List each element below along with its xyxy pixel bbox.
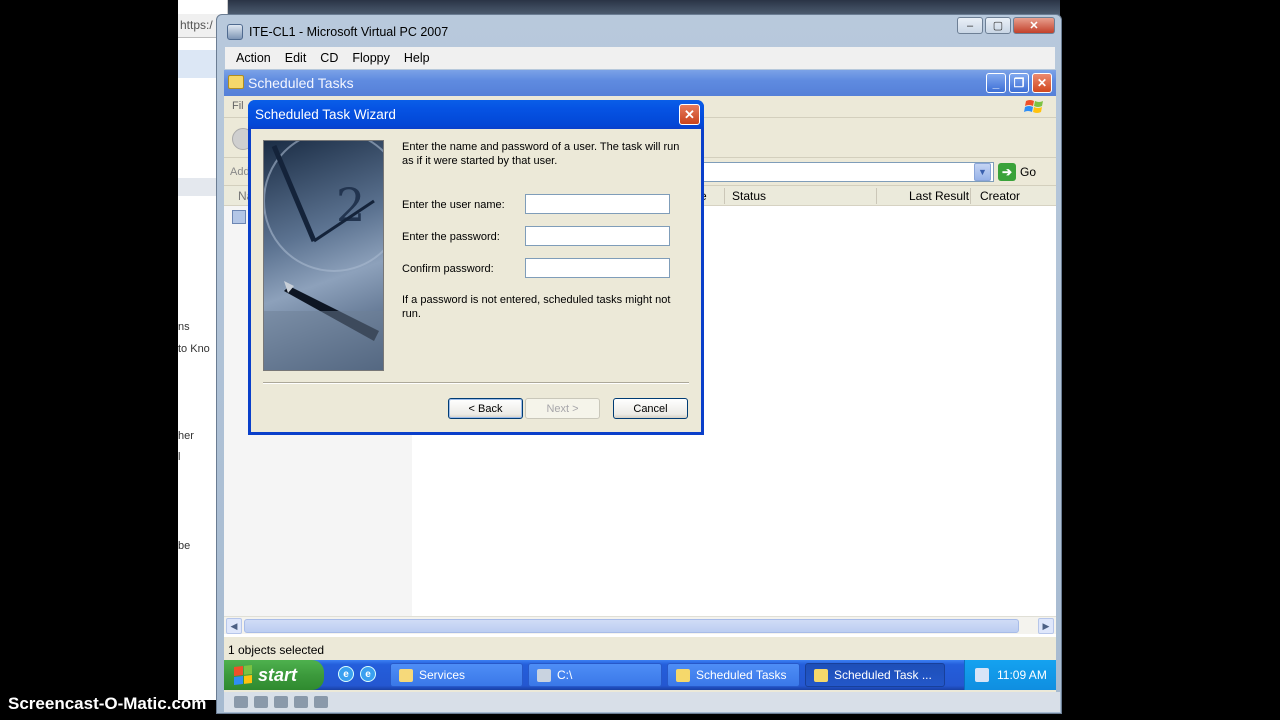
keyboard-icon[interactable]	[314, 696, 328, 708]
password-field[interactable]	[525, 226, 670, 246]
wizard-clock-pen-image: 2	[263, 140, 384, 371]
scheduled-tasks-icon	[228, 75, 244, 89]
horizontal-scrollbar[interactable]: ◀ ▶	[224, 616, 1056, 634]
taskbar-item-services[interactable]: Services	[390, 663, 523, 687]
folder-icon	[814, 668, 828, 682]
menu-help[interactable]: Help	[399, 49, 435, 67]
minimize-button[interactable]: –	[957, 17, 983, 34]
vpc-title-text: ITE-CL1 - Microsoft Virtual PC 2007	[249, 25, 449, 39]
explorer-title-text: Scheduled Tasks	[248, 75, 354, 91]
wizard-title-text: Scheduled Task Wizard	[255, 107, 396, 122]
quick-launch-icon[interactable]: e	[360, 666, 376, 682]
taskbar-item-scheduled-task-wizard[interactable]: Scheduled Task ...	[805, 663, 945, 687]
network-icon[interactable]	[975, 668, 989, 682]
screencast-watermark: Screencast-O-Matic.com	[8, 694, 207, 713]
taskbar-item-label: Scheduled Task ...	[834, 668, 932, 682]
minimize-button[interactable]: _	[986, 73, 1006, 93]
chevron-down-icon[interactable]: ▼	[974, 163, 991, 181]
cancel-button[interactable]: Cancel	[613, 398, 688, 419]
system-tray: 11:09 AM	[964, 660, 1056, 690]
status-bar: 1 objects selected	[224, 636, 1056, 660]
floppy-icon[interactable]	[274, 696, 288, 708]
taskbar-item-label: Services	[419, 668, 466, 682]
back-button[interactable]: < Back	[448, 398, 523, 419]
wizard-divider	[263, 382, 689, 384]
status-text: 1 objects selected	[228, 643, 325, 657]
maximize-button[interactable]: ▢	[985, 17, 1011, 34]
username-field[interactable]	[525, 194, 670, 214]
taskbar-item-drive[interactable]: C:\	[528, 663, 662, 687]
gear-icon	[399, 668, 413, 682]
close-button[interactable]: ✕	[1032, 73, 1052, 93]
go-arrow-icon: ➔	[998, 163, 1016, 181]
go-label: Go	[1020, 165, 1037, 179]
vpc-menubar: Action Edit CD Floppy Help	[225, 47, 1055, 69]
scheduled-task-wizard-dialog: Scheduled Task Wizard ✕ 2 Enter the name…	[248, 100, 704, 435]
task-icon[interactable]	[232, 210, 246, 224]
go-button[interactable]: ➔ Go	[998, 162, 1036, 182]
clock: 11:09 AM	[997, 668, 1047, 682]
username-label: Enter the user name:	[402, 199, 505, 211]
column-header-creator[interactable]: Creator	[980, 189, 1020, 203]
menu-file-fragment[interactable]: Fil	[232, 100, 244, 112]
menu-floppy[interactable]: Floppy	[347, 49, 395, 67]
cd-drive-icon[interactable]	[254, 696, 268, 708]
explorer-window-controls: _ ❐ ✕	[986, 73, 1052, 93]
virtual-pc-icon	[227, 24, 243, 40]
drive-icon	[537, 668, 551, 682]
internet-explorer-icon[interactable]: e	[338, 666, 354, 682]
guest-screen: Scheduled Tasks _ ❐ ✕ Fil Add ▼ ➔ Go Na …	[224, 70, 1056, 692]
background-text-fragment: to Kno	[178, 343, 210, 355]
background-text-fragment: ns	[178, 321, 190, 333]
scrollbar-thumb[interactable]	[244, 619, 1019, 633]
confirm-password-label: Confirm password:	[402, 263, 494, 275]
vpc-titlebar: ITE-CL1 - Microsoft Virtual PC 2007	[227, 21, 448, 43]
start-label: start	[258, 664, 298, 685]
shared-folder-icon[interactable]	[294, 696, 308, 708]
column-header-last-result[interactable]: Last Result	[909, 189, 969, 203]
taskbar-item-scheduled-tasks[interactable]: Scheduled Tasks	[667, 663, 800, 687]
background-text-fragment: l	[178, 451, 181, 463]
vpc-window-controls: – ▢ ✕	[957, 17, 1055, 34]
next-button[interactable]: Next >	[525, 398, 600, 419]
column-separator[interactable]	[970, 188, 971, 204]
column-header-status[interactable]: Status	[732, 189, 766, 203]
background-text-fragment: her	[178, 430, 194, 442]
wizard-intro-text: Enter the name and password of a user. T…	[402, 141, 680, 167]
restore-button[interactable]: ❐	[1009, 73, 1029, 93]
close-button[interactable]: ✕	[1013, 17, 1055, 34]
menu-cd[interactable]: CD	[315, 49, 343, 67]
vpc-status-strip	[224, 692, 1060, 712]
confirm-password-field[interactable]	[525, 258, 670, 278]
taskbar-item-label: Scheduled Tasks	[696, 668, 787, 682]
address-label-fragment: Add	[230, 166, 250, 178]
windows-logo-icon	[1024, 100, 1043, 113]
password-label: Enter the password:	[402, 231, 500, 243]
taskbar-item-label: C:\	[557, 668, 573, 682]
menu-edit[interactable]: Edit	[280, 49, 312, 67]
windows-flag-icon	[234, 665, 252, 685]
taskbar: start e e Services C:\ Scheduled Tasks S…	[224, 660, 1056, 690]
menu-action[interactable]: Action	[231, 49, 276, 67]
scroll-right-icon[interactable]: ▶	[1038, 618, 1054, 634]
password-warning-text: If a password is not entered, scheduled …	[402, 294, 671, 320]
column-separator[interactable]	[724, 188, 725, 204]
wizard-titlebar: Scheduled Task Wizard ✕	[248, 100, 704, 129]
network-adapter-icon[interactable]	[234, 696, 248, 708]
scroll-left-icon[interactable]: ◀	[226, 618, 242, 634]
column-separator[interactable]	[876, 188, 877, 204]
start-button[interactable]: start	[224, 660, 324, 690]
close-button[interactable]: ✕	[679, 104, 700, 125]
explorer-titlebar: Scheduled Tasks _ ❐ ✕	[224, 70, 1056, 96]
background-text-fragment: be	[178, 540, 191, 552]
folder-icon	[676, 668, 690, 682]
